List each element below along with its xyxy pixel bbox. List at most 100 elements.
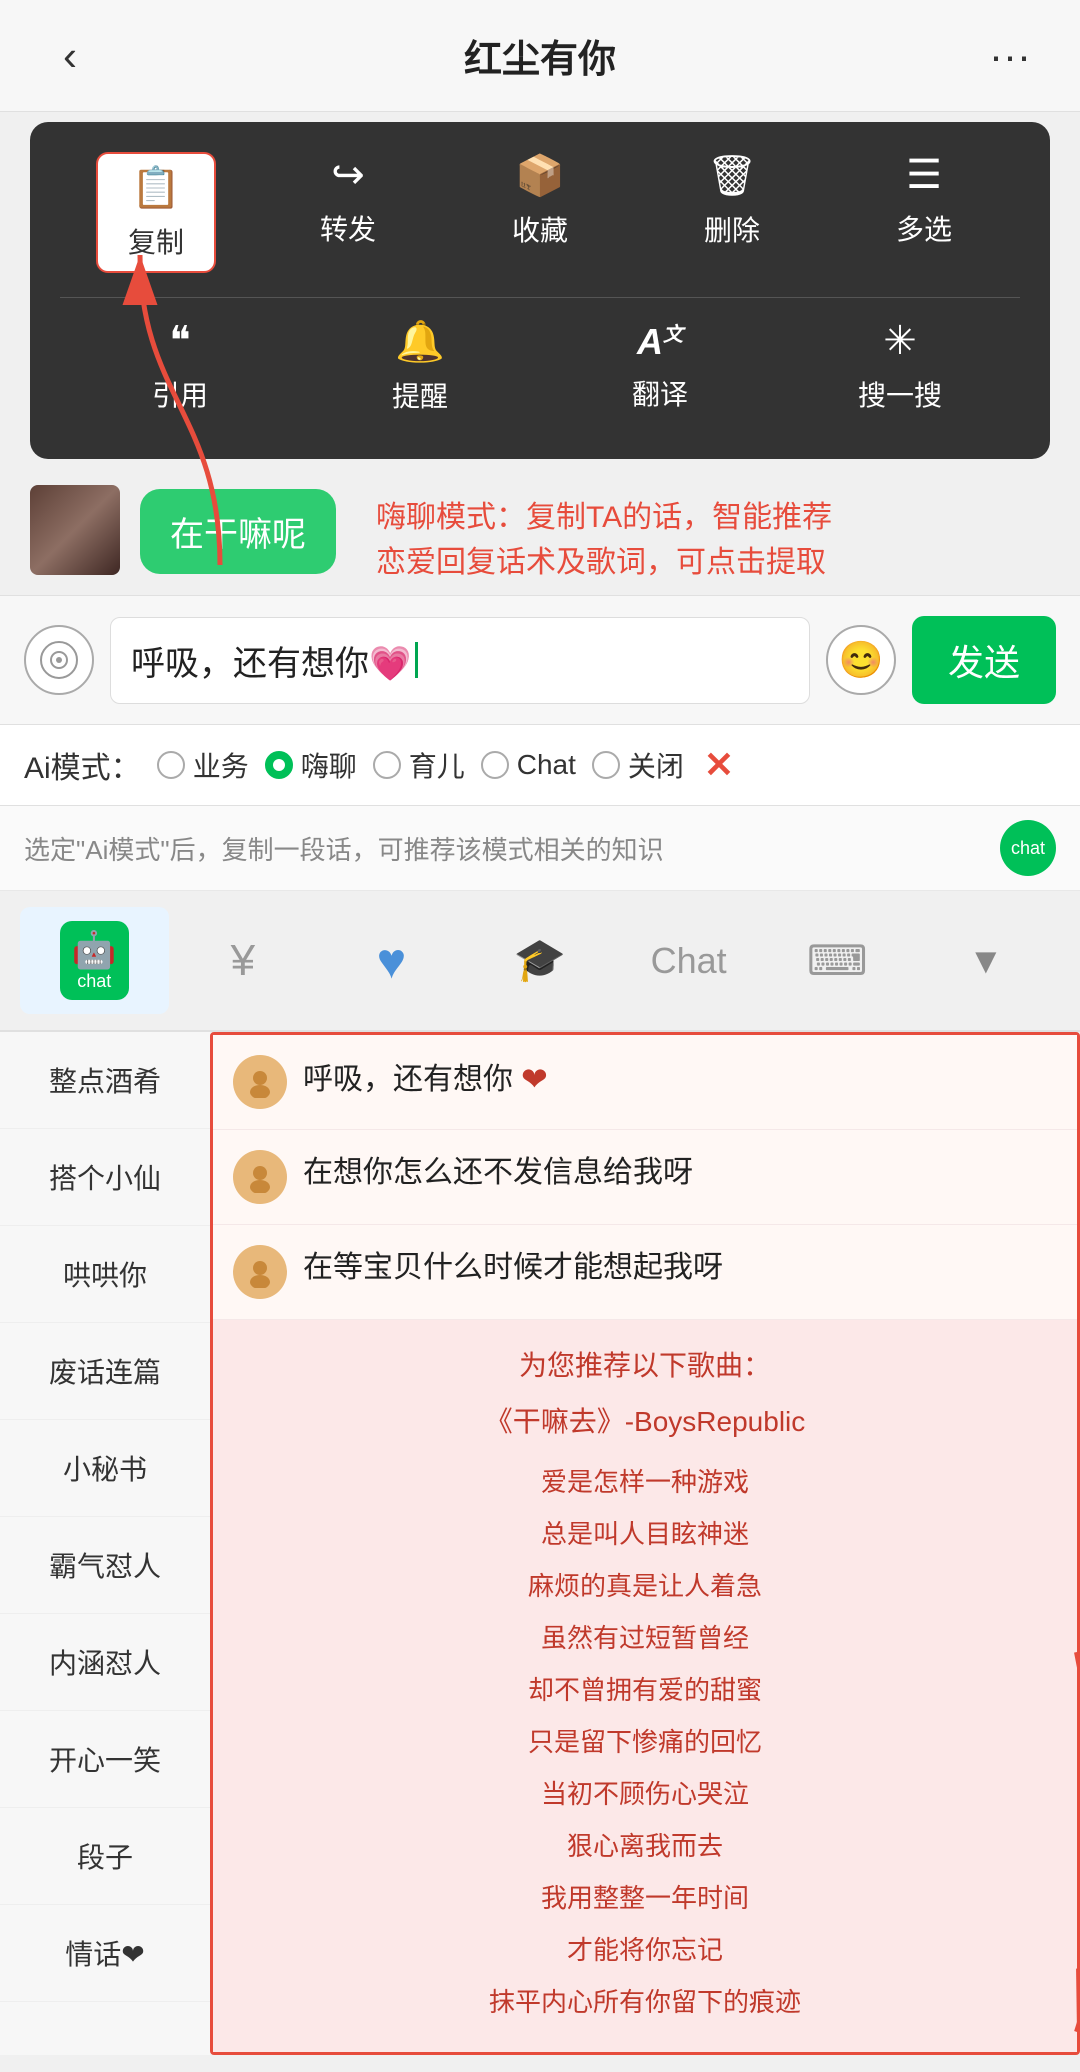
- tab-yuan[interactable]: ¥: [169, 922, 318, 1000]
- chat-badge-label: chat: [1011, 838, 1045, 859]
- collect-menu-item[interactable]: 📦 收藏: [480, 152, 600, 273]
- radio-childcare[interactable]: [373, 751, 401, 779]
- radio-chat-label: Chat: [517, 749, 576, 781]
- remind-menu-item[interactable]: 🔔 提醒: [360, 318, 480, 415]
- context-menu-row1: 📋 复制 ↪ 转发 📦 收藏 🗑 删除 ☰ 多选: [60, 152, 1020, 273]
- ai-mode-haichat[interactable]: 嗨聊: [265, 745, 357, 785]
- sidebar-item-0[interactable]: 整点酒肴: [0, 1032, 210, 1129]
- right-content-panel: 呼吸，还有想你 ❤ 在想你怎么还不发信息给我呀 在等宝贝什么时候才能想起我呀 为…: [210, 1032, 1080, 2055]
- forward-menu-item[interactable]: ↪ 转发: [288, 152, 408, 273]
- sidebar-item-4[interactable]: 小秘书: [0, 1420, 210, 1517]
- voice-button[interactable]: [24, 625, 94, 695]
- text-cursor: [415, 642, 418, 678]
- back-button[interactable]: ‹: [40, 32, 100, 80]
- graduate-icon: 🎓: [514, 936, 566, 985]
- lyric-line-0: 爱是怎样一种游戏: [243, 1456, 1047, 1508]
- tab-heart[interactable]: ♥: [317, 918, 466, 1004]
- quote-icon: ❝: [169, 318, 191, 364]
- response-avatar-2: [233, 1245, 287, 1299]
- sidebar-item-3[interactable]: 废话连篇: [0, 1323, 210, 1420]
- tab-bar: 🤖 chat ¥ ♥ 🎓 Chat ⌨ ▼: [0, 891, 1080, 1032]
- ai-mode-chat[interactable]: Chat: [481, 749, 576, 781]
- quote-menu-item[interactable]: ❝ 引用: [120, 318, 240, 415]
- copy-icon: 📋: [131, 164, 181, 211]
- emoji-button[interactable]: 😊: [826, 625, 896, 695]
- chat-text-icon: Chat: [651, 940, 727, 982]
- ai-mode-business[interactable]: 业务: [157, 745, 249, 785]
- ai-mode-off[interactable]: 关闭: [592, 745, 684, 785]
- sidebar-item-8[interactable]: 段子: [0, 1808, 210, 1905]
- sidebar-item-5[interactable]: 霸气怼人: [0, 1517, 210, 1614]
- song-section-title: 为您推荐以下歌曲：: [243, 1344, 1047, 1384]
- response-item-2[interactable]: 在等宝贝什么时候才能想起我呀: [213, 1225, 1077, 1320]
- copy-label: 复制: [128, 221, 184, 261]
- response-content-2: 在等宝贝什么时候才能想起我呀: [303, 1245, 723, 1290]
- search-icon: ✳: [883, 318, 917, 364]
- tab-chat-text[interactable]: Chat: [614, 926, 763, 996]
- tab-graduate[interactable]: 🎓: [466, 922, 615, 999]
- voice-icon: [39, 640, 79, 680]
- song-name[interactable]: 《干嘛去》-BoysRepublic: [243, 1400, 1047, 1440]
- message-input[interactable]: 呼吸，还有想你💗: [110, 617, 810, 704]
- forward-label: 转发: [320, 208, 376, 248]
- keyboard-icon: ⌨: [807, 936, 868, 985]
- sidebar-item-6[interactable]: 内涵怼人: [0, 1614, 210, 1711]
- translate-menu-item[interactable]: A文 翻译: [600, 318, 720, 415]
- radio-off[interactable]: [592, 751, 620, 779]
- down-arrow-icon: ▼: [968, 940, 1004, 982]
- delete-menu-item[interactable]: 🗑 删除: [672, 152, 792, 273]
- lyric-line-6: 当初不顾伤心哭泣: [243, 1768, 1047, 1820]
- info-bar-text: 选定"Ai模式"后，复制一段话，可推荐该模式相关的知识: [24, 830, 664, 867]
- ai-mode-label: Ai模式：: [24, 743, 141, 787]
- more-button[interactable]: ···: [980, 32, 1040, 80]
- input-area: 呼吸，还有想你💗 😊 发送: [0, 595, 1080, 725]
- radio-haichat[interactable]: [265, 751, 293, 779]
- radio-business[interactable]: [157, 751, 185, 779]
- copy-menu-item[interactable]: 📋 复制: [96, 152, 216, 273]
- lyric-line-5: 只是留下惨痛的回忆: [243, 1716, 1047, 1768]
- heart-emoji-0: ❤: [521, 1055, 548, 1103]
- response-item-0[interactable]: 呼吸，还有想你 ❤: [213, 1035, 1077, 1130]
- input-text: 呼吸，还有想你💗: [131, 636, 411, 685]
- lyric-line-3: 虽然有过短暂曾经: [243, 1612, 1047, 1664]
- tab-keyboard[interactable]: ⌨: [763, 922, 912, 999]
- forward-icon: ↪: [331, 152, 365, 198]
- collect-label: 收藏: [512, 209, 568, 249]
- song-lyrics: 爱是怎样一种游戏 总是叫人目眩神迷 麻烦的真是让人着急 虽然有过短暂曾经 却不曾…: [243, 1456, 1047, 2028]
- contact-avatar: [30, 485, 120, 575]
- search-label: 搜一搜: [858, 374, 942, 414]
- send-button[interactable]: 发送: [912, 616, 1056, 704]
- radio-chat[interactable]: [481, 751, 509, 779]
- search-menu-item[interactable]: ✳ 搜一搜: [840, 318, 960, 415]
- multiselect-menu-item[interactable]: ☰ 多选: [864, 152, 984, 273]
- translate-icon: A文: [637, 318, 683, 363]
- emoji-icon: 😊: [839, 639, 884, 681]
- collect-icon: 📦: [515, 152, 565, 199]
- ai-close-button[interactable]: ✕: [704, 744, 734, 786]
- sidebar-item-1[interactable]: 搭个小仙: [0, 1129, 210, 1226]
- response-item-1[interactable]: 在想你怎么还不发信息给我呀: [213, 1130, 1077, 1225]
- chat-bubble: 在干嘛呢: [140, 489, 336, 574]
- radio-business-label: 业务: [193, 745, 249, 785]
- translate-label: 翻译: [632, 373, 688, 413]
- ai-mode-childcare[interactable]: 育儿: [373, 745, 465, 785]
- sidebar-item-2[interactable]: 哄哄你: [0, 1226, 210, 1323]
- yuan-icon: ¥: [231, 936, 255, 986]
- ai-mode-bar: Ai模式： 业务 嗨聊 育儿 Chat 关闭 ✕: [0, 725, 1080, 806]
- info-bar: 选定"Ai模式"后，复制一段话，可推荐该模式相关的知识 chat: [0, 806, 1080, 891]
- radio-childcare-label: 育儿: [409, 745, 465, 785]
- tab-down[interactable]: ▼: [911, 926, 1060, 996]
- response-avatar-0: [233, 1055, 287, 1109]
- lyric-line-4: 却不曾拥有爱的甜蜜: [243, 1664, 1047, 1716]
- multiselect-label: 多选: [896, 208, 952, 248]
- remind-icon: 🔔: [395, 318, 445, 365]
- radio-off-label: 关闭: [628, 745, 684, 785]
- response-text-2: 在等宝贝什么时候才能想起我呀: [303, 1245, 1057, 1290]
- sidebar-item-7[interactable]: 开心一笑: [0, 1711, 210, 1808]
- tab-robot[interactable]: 🤖 chat: [20, 907, 169, 1014]
- delete-icon: 🗑: [707, 152, 758, 199]
- chat-badge-icon[interactable]: chat: [1000, 820, 1056, 876]
- quote-label: 引用: [152, 374, 208, 414]
- multiselect-icon: ☰: [906, 152, 942, 198]
- main-content: 整点酒肴 搭个小仙 哄哄你 废话连篇 小秘书 霸气怼人 内涵怼人 开心一笑 段子…: [0, 1032, 1080, 2055]
